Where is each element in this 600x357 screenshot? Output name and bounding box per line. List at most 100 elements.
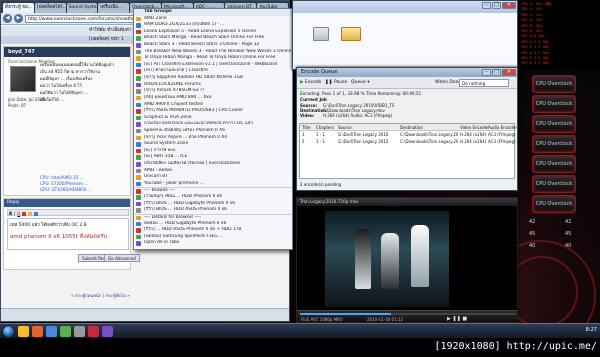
overclock-button[interactable]: CPU Overclock — [532, 175, 576, 193]
cpu-readout-line: CPU 3 1.2 GHz — [521, 45, 550, 50]
app-taskbar-icon[interactable] — [74, 325, 85, 337]
overclock-button[interactable]: CPU Overclock — [532, 195, 576, 213]
bookmark-item[interactable]: YouTube - Joker premiere ... — [134, 181, 292, 188]
bookmark-favicon-icon — [136, 128, 141, 134]
bookmark-item[interactable]: AMD Zone — [134, 16, 292, 23]
bookmark-item[interactable]: Graphics & VGA Zone — [134, 115, 292, 122]
bookmark-item[interactable]: [รีวิว] ASUS M4A89TD PRO/USB3 | CPU Cool… — [134, 108, 292, 115]
cpu-readout-line: CPU 3: 31% — [521, 12, 543, 17]
bookmark-item[interactable]: AMD 990FX Chipset tested — [134, 102, 292, 109]
browser-tab[interactable]: Sound System — [66, 3, 98, 13]
bookmark-item[interactable]: [จะ] การใช้ พ.ท. — [134, 148, 292, 155]
bookmark-item[interactable]: The Breaker New Waves 3 - Read The Break… — [134, 49, 292, 56]
smiley-icon[interactable] — [28, 211, 33, 216]
explorer-taskbar-icon[interactable] — [18, 325, 29, 337]
bookmark-item[interactable]: ---- Details for browser ---- — [134, 213, 292, 221]
table-row[interactable]: 2 1 - 1 G:\Dvd\Tron Legacy 2010 C:\Downl… — [300, 139, 516, 145]
bookmark-item[interactable]: OVERCLOCKZONE Forums — [134, 82, 292, 89]
bookmark-item[interactable]: [ร่วมสนุก] เขียน ... HDD Phenom II x6 — [134, 194, 292, 201]
browser-taskbar-icon[interactable] — [32, 325, 43, 337]
bookmark-item[interactable]: ปรับให้เสียง ไม่เสียงให้ เรียบร้อย | ove… — [134, 161, 292, 168]
maximize-icon[interactable]: □ — [492, 69, 501, 76]
folder-icon[interactable] — [341, 27, 361, 41]
bold-icon[interactable]: B — [9, 211, 12, 216]
bookmark-item[interactable]: Beach Stars Manga - Read Beach Stars Onl… — [134, 35, 292, 42]
column-header[interactable]: Audio Encoder — [488, 125, 517, 130]
bookmark-item[interactable]: [จะ] ATi Crossfire Extension v1.1 | over… — [134, 62, 292, 69]
reply-header: Reply — [4, 199, 130, 207]
link-icon[interactable] — [34, 211, 39, 216]
clock[interactable]: 8:27 — [586, 327, 597, 333]
bookmark-item[interactable]: [รีวิว] BIOS ... HDD Gigabyte Phenom II … — [134, 201, 292, 208]
bookmark-item[interactable]: [ข่าว] Asrock A785GM-S3 ?? — [134, 88, 292, 95]
column-header[interactable]: Destination — [400, 125, 423, 130]
column-header[interactable]: Title — [302, 125, 311, 130]
bookmark-item[interactable]: [รีวิว] BIOS ... HDD ASUS Phenom II x6 — [134, 207, 292, 214]
queue-menu-button[interactable]: Queue ▾ — [351, 79, 370, 87]
bookmark-item[interactable]: Beach Stars 3 - Read Beach Stars 3 Onlin… — [134, 42, 292, 49]
bookmark-item[interactable]: Speed & stability เครื่อง Phenom II X6 — [134, 128, 292, 135]
color-icon[interactable] — [22, 211, 27, 216]
app-taskbar-icon[interactable] — [60, 325, 71, 337]
column-header[interactable]: Chapters — [316, 125, 334, 130]
menu-header[interactable]: Tab Groups — [134, 9, 292, 16]
pause-button[interactable]: ❚❚ Pause — [325, 79, 347, 87]
bookmark-item[interactable]: [รีวิว] ... HDD ASUS Phenom II x6 + HDD … — [134, 227, 292, 234]
thread-nav-links[interactable]: « กระทู้ก่อนหน้า | กระทู้ถัดไป » — [71, 292, 130, 299]
bookmark-item[interactable]: To Onya Hibari Manga - Read To Onya Hiba… — [134, 55, 292, 62]
bookmark-item[interactable]: Sound System Zone — [134, 141, 292, 148]
back-icon[interactable]: ◀ — [3, 14, 12, 23]
bookmark-item[interactable]: ถามเรื่อง overclock และแนะนำให้สนใจ ทำกา… — [134, 121, 292, 128]
drive-icon[interactable] — [313, 27, 329, 41]
cpu-readout-line: CPU 1.2 GHz — [521, 34, 545, 39]
table-row[interactable]: 1 1 - 1 G:\Dvd\Tron Legacy 2010 C:\Downl… — [300, 132, 516, 138]
overclock-button[interactable]: CPU Overclock — [532, 115, 576, 133]
bookmark-item[interactable]: Unicorn BT — [134, 174, 292, 181]
close-icon[interactable]: ✕ — [502, 69, 516, 76]
post-username[interactable]: boyd_747 — [4, 47, 130, 57]
column-header[interactable]: Source — [338, 125, 352, 130]
core-temp-value: 40 — [565, 243, 572, 249]
bookmark-item[interactable]: [จะ] ABIT x58 ... ICE — [134, 154, 292, 161]
overclock-button[interactable]: CPU Overclock — [532, 95, 576, 113]
app-taskbar-icon[interactable] — [102, 325, 113, 337]
bookmark-item[interactable]: [ทดสอบ] Samsung SpinPoint F3EG ... — [134, 234, 292, 241]
overclock-button[interactable]: CPU Overclock — [532, 75, 576, 93]
bookmark-item[interactable]: Open All in Tabs — [134, 240, 292, 247]
app-taskbar-icon[interactable] — [46, 325, 57, 337]
play-pause-icon[interactable]: ▶ ❚❚ ■ — [447, 316, 467, 322]
video-frame[interactable] — [325, 211, 449, 307]
bookmark-item[interactable]: [ATi] ทำความสะอาด | Crossfire — [134, 68, 292, 75]
overclock-button[interactable]: CPU Overclock — [532, 135, 576, 153]
maximize-icon[interactable]: □ — [492, 2, 501, 9]
bookmark-item[interactable]: RAM DDR3 2GX/2133 [สรุปลิสต์ 1] - ... — [134, 22, 292, 29]
browser-tab[interactable]: [ปลดล็อคได้]... — [34, 3, 66, 13]
encoder-label: Video: — [300, 113, 315, 118]
underline-icon[interactable]: U — [17, 211, 20, 216]
bookmark-item[interactable]: AMD - ทดสอบ — [134, 168, 292, 175]
reply-textarea[interactable]: เทส 5000 แล้ว ได้ผลดีกว่าเดิม OC 2.8 amd… — [7, 218, 129, 250]
close-icon[interactable]: ✕ — [502, 2, 516, 9]
seek-bar[interactable] — [300, 313, 516, 315]
bookmark-item[interactable]: Leona Explosion 5 - Read Leona Explosion… — [134, 29, 292, 36]
start-button[interactable] — [2, 324, 15, 338]
app-taskbar-icon[interactable] — [88, 325, 99, 337]
browser-tab[interactable]: ตั้งกระทู้ ขอ... — [3, 3, 34, 13]
column-header[interactable]: Video Encoder — [460, 125, 489, 130]
italic-icon[interactable]: I — [14, 211, 15, 216]
go-advanced-button[interactable]: Go Advanced — [104, 254, 140, 262]
minimize-icon[interactable]: – — [482, 69, 491, 76]
minimize-icon[interactable]: – — [482, 2, 491, 9]
bookmark-label: [ข่าว] Sapphire Radeon HD 5830 Xtreme 1G… — [144, 75, 243, 81]
bookmark-item[interactable]: ---- Browse ---- — [134, 187, 292, 194]
when-done-select[interactable]: Do nothing — [459, 79, 509, 87]
bookmark-item[interactable]: [ข่าว] Acer Aspire ... ด้วย Phenom II X4 — [134, 135, 292, 142]
bookmark-label: Leona Explosion 5 - Read Leona Explosion… — [144, 28, 257, 34]
forward-icon[interactable]: ▶ — [14, 14, 23, 23]
bookmark-item[interactable]: [ข่าว] Sapphire Radeon HD 5830 Xtreme 1G… — [134, 75, 292, 82]
overclock-button[interactable]: CPU Overclock — [532, 155, 576, 173]
bookmark-item[interactable]: ทดสอบ ... HDD Gigabyte Phenom II x6 — [134, 221, 292, 228]
bookmark-item[interactable]: [Ati] ผลเทสใหม่ AMD 890 ... Xxx — [134, 95, 292, 102]
encode-button[interactable]: ▶ Encode — [300, 79, 321, 87]
browser-tab[interactable]: เครื่องมือ... — [98, 3, 130, 13]
